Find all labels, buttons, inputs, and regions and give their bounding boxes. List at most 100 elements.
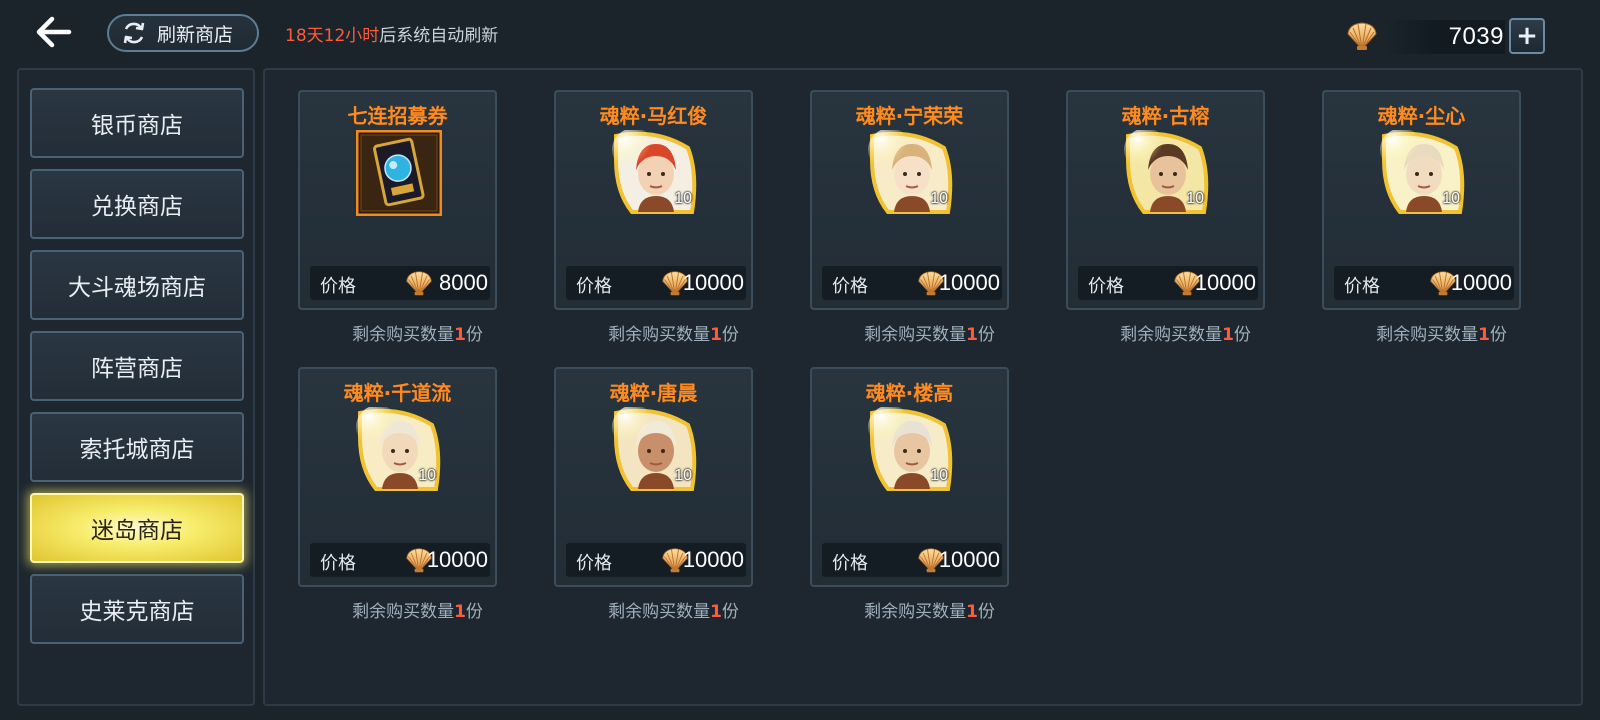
refresh-shop-label: 刷新商店 bbox=[157, 23, 234, 46]
item-title: 七连招募券 bbox=[347, 104, 448, 128]
sidebar-item-faction-shop[interactable]: 阵营商店 bbox=[30, 331, 244, 401]
item-title: 魂粹·楼高 bbox=[865, 381, 954, 405]
shop-sidebar: 银币商店 兑换商店 大斗魂场商店 阵营商店 索托城商店 迷岛商店 史莱克商店 bbox=[17, 68, 255, 706]
price-bar: 价格 10000 bbox=[1334, 266, 1514, 300]
recruit-ticket-icon bbox=[355, 129, 443, 217]
remaining-purchase-count: 剩余购买数量1份 bbox=[318, 320, 517, 345]
item-title: 魂粹·尘心 bbox=[1377, 104, 1466, 128]
shop-item-card-7[interactable]: 魂粹·楼高 10 价格 10000 bbox=[810, 367, 1009, 587]
price-bar: 价格 10000 bbox=[822, 266, 1002, 300]
remain-suffix: 份 bbox=[1489, 325, 1507, 345]
item-title: 魂粹·古榕 bbox=[1121, 104, 1210, 128]
hero-portrait-lou-gao: 10 bbox=[868, 405, 954, 493]
remain-number: 1 bbox=[710, 602, 722, 622]
item-price: 10000 bbox=[426, 547, 488, 572]
sidebar-item-silver-shop[interactable]: 银币商店 bbox=[30, 88, 244, 158]
item-title: 魂粹·千道流 bbox=[343, 381, 452, 405]
price-label: 价格 bbox=[832, 276, 868, 297]
remain-number: 1 bbox=[710, 325, 722, 345]
currency-amount: 7039 bbox=[1448, 23, 1504, 50]
remain-suffix: 份 bbox=[977, 602, 995, 622]
price-label: 价格 bbox=[576, 553, 612, 574]
remain-prefix: 剩余购买数量 bbox=[352, 325, 455, 345]
remain-suffix: 份 bbox=[721, 325, 739, 345]
sidebar-item-exchange-shop[interactable]: 兑换商店 bbox=[30, 169, 244, 239]
price-bar: 价格 8000 bbox=[310, 266, 490, 300]
item-price: 10000 bbox=[682, 270, 744, 295]
price-label: 价格 bbox=[1088, 276, 1124, 297]
item-count: 10 bbox=[674, 190, 692, 207]
item-price: 8000 bbox=[439, 270, 488, 295]
remain-prefix: 剩余购买数量 bbox=[352, 602, 455, 622]
remain-prefix: 剩余购买数量 bbox=[864, 325, 967, 345]
remaining-purchase-count: 剩余购买数量1份 bbox=[830, 320, 1029, 345]
price-label: 价格 bbox=[832, 553, 868, 574]
refresh-shop-button[interactable]: 刷新商店 bbox=[107, 14, 259, 52]
remain-suffix: 份 bbox=[1233, 325, 1251, 345]
remaining-purchase-count: 剩余购买数量1份 bbox=[318, 597, 517, 622]
sidebar-item-shrek-shop[interactable]: 史莱克商店 bbox=[30, 574, 244, 644]
item-count: 10 bbox=[930, 190, 948, 207]
shop-item-card-0[interactable]: 七连招募券 价格 8000 bbox=[298, 90, 497, 310]
refresh-countdown: 18天12小时 bbox=[285, 26, 380, 46]
item-count: 10 bbox=[930, 467, 948, 484]
add-currency-button[interactable]: + bbox=[1509, 18, 1545, 54]
item-title: 魂粹·马红俊 bbox=[599, 104, 708, 128]
shop-items-panel: 七连招募券 价格 8000 剩余购买数量1份 魂粹·马红俊 10 价格 1000… bbox=[263, 68, 1583, 706]
item-count: 10 bbox=[674, 467, 692, 484]
remain-number: 1 bbox=[966, 602, 978, 622]
hero-portrait-gu-rong: 10 bbox=[1124, 128, 1210, 216]
hero-portrait-ning-rongrong: 10 bbox=[868, 128, 954, 216]
remain-number: 1 bbox=[454, 602, 466, 622]
price-bar: 价格 10000 bbox=[566, 543, 746, 577]
refresh-info-text: 后系统自动刷新 bbox=[379, 26, 499, 46]
remain-prefix: 剩余购买数量 bbox=[1376, 325, 1479, 345]
item-title: 魂粹·宁荣荣 bbox=[855, 104, 964, 128]
remain-prefix: 剩余购买数量 bbox=[1120, 325, 1223, 345]
remaining-purchase-count: 剩余购买数量1份 bbox=[1086, 320, 1285, 345]
shell-icon bbox=[1347, 22, 1377, 50]
sidebar-item-arena-shop[interactable]: 大斗魂场商店 bbox=[30, 250, 244, 320]
remain-number: 1 bbox=[454, 325, 466, 345]
refresh-icon bbox=[123, 22, 145, 44]
item-count: 10 bbox=[1442, 190, 1460, 207]
currency-display: 7039 + bbox=[1345, 18, 1545, 58]
item-count: 10 bbox=[1186, 190, 1204, 207]
remain-number: 1 bbox=[966, 325, 978, 345]
hero-portrait-tang-chen: 10 bbox=[612, 405, 698, 493]
item-price: 10000 bbox=[1450, 270, 1512, 295]
shop-item-card-1[interactable]: 魂粹·马红俊 10 价格 10000 bbox=[554, 90, 753, 310]
item-price: 10000 bbox=[1194, 270, 1256, 295]
remaining-purchase-count: 剩余购买数量1份 bbox=[574, 320, 773, 345]
shop-item-card-4[interactable]: 魂粹·尘心 10 价格 10000 bbox=[1322, 90, 1521, 310]
shop-item-card-5[interactable]: 魂粹·千道流 10 价格 10000 bbox=[298, 367, 497, 587]
price-label: 价格 bbox=[320, 553, 356, 574]
remain-prefix: 剩余购买数量 bbox=[864, 602, 967, 622]
shop-item-card-6[interactable]: 魂粹·唐晨 10 价格 10000 bbox=[554, 367, 753, 587]
remain-number: 1 bbox=[1222, 325, 1234, 345]
remain-suffix: 份 bbox=[465, 325, 483, 345]
remaining-purchase-count: 剩余购买数量1份 bbox=[574, 597, 773, 622]
item-title: 魂粹·唐晨 bbox=[609, 381, 698, 405]
sidebar-item-mystery-island-shop[interactable]: 迷岛商店 bbox=[30, 493, 244, 563]
price-label: 价格 bbox=[320, 276, 356, 297]
remain-number: 1 bbox=[1478, 325, 1490, 345]
item-count: 10 bbox=[418, 467, 436, 484]
item-price: 10000 bbox=[682, 547, 744, 572]
remain-prefix: 剩余购买数量 bbox=[608, 602, 711, 622]
price-label: 价格 bbox=[576, 276, 612, 297]
back-button[interactable] bbox=[30, 10, 78, 54]
price-bar: 价格 10000 bbox=[310, 543, 490, 577]
item-price: 10000 bbox=[938, 547, 1000, 572]
shop-item-card-3[interactable]: 魂粹·古榕 10 价格 10000 bbox=[1066, 90, 1265, 310]
price-bar: 价格 10000 bbox=[822, 543, 1002, 577]
price-bar: 价格 10000 bbox=[1078, 266, 1258, 300]
shell-icon bbox=[404, 269, 434, 301]
sidebar-item-sotuo-shop[interactable]: 索托城商店 bbox=[30, 412, 244, 482]
item-price: 10000 bbox=[938, 270, 1000, 295]
shop-item-card-2[interactable]: 魂粹·宁荣荣 10 价格 10000 bbox=[810, 90, 1009, 310]
price-label: 价格 bbox=[1344, 276, 1380, 297]
hero-portrait-ma-hongjun: 10 bbox=[612, 128, 698, 216]
remain-suffix: 份 bbox=[465, 602, 483, 622]
price-bar: 价格 10000 bbox=[566, 266, 746, 300]
